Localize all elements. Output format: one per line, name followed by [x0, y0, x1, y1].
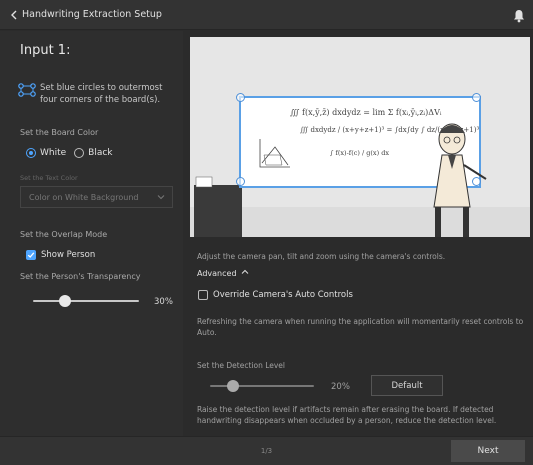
back-chevron-icon[interactable] [8, 8, 20, 22]
slider-thumb[interactable] [59, 295, 71, 307]
camera-preview: ∭ f(x,ȳ,z̄) dxdydz = lim Σ f(xᵢ,ȳᵢ,zᵢ)ΔV… [190, 37, 530, 237]
page-title: Handwriting Extraction Setup [22, 9, 162, 20]
override-camera-label: Override Camera's Auto Controls [213, 290, 353, 300]
checkbox-checked-icon [26, 250, 36, 260]
show-person-checkbox[interactable]: Show Person [26, 250, 95, 260]
overlap-mode-label: Set the Overlap Mode [20, 230, 108, 239]
radio-selected-indicator [26, 148, 36, 158]
text-color-select: Color on White Background [20, 186, 173, 208]
corner-handle-bottom-left[interactable] [236, 177, 245, 186]
corner-handle-top-left[interactable] [236, 93, 245, 102]
board-color-black-label: Black [88, 148, 113, 158]
svg-text:∭ f(x,ȳ,z̄) dxdydz = lim Σ f(x: ∭ f(x,ȳ,z̄) dxdydz = lim Σ f(xᵢ,ȳᵢ,zᵢ)ΔV… [290, 108, 442, 117]
next-button[interactable]: Next [451, 440, 525, 462]
corner-handle-bottom-right[interactable] [472, 177, 481, 186]
advanced-label: Advanced [197, 268, 237, 278]
transparency-value: 30% [154, 297, 173, 307]
transparency-slider[interactable] [33, 295, 139, 307]
detection-level-slider[interactable] [210, 380, 314, 392]
radio-unselected-indicator [74, 148, 85, 158]
advanced-toggle[interactable]: Advanced [197, 268, 249, 278]
chevron-down-icon [157, 193, 165, 201]
text-color-select-value: Color on White Background [29, 192, 139, 202]
footer-bar: 1/3 Next [0, 436, 533, 465]
bell-icon[interactable] [513, 8, 527, 23]
override-camera-checkbox[interactable]: Override Camera's Auto Controls [198, 290, 353, 300]
corner-handle-top-right[interactable] [472, 93, 481, 102]
text-color-label: Set the Text Color [20, 174, 78, 182]
settings-panel: Input 1: Set blue circles to outermost f… [0, 31, 183, 436]
detection-level-value: 20% [331, 382, 350, 392]
transparency-label: Set the Person's Transparency [20, 272, 141, 281]
refresh-note: Refreshing the camera when running the a… [197, 317, 524, 337]
board-color-black-radio[interactable]: Black [74, 148, 113, 158]
slider-thumb[interactable] [227, 380, 239, 392]
preview-panel: ∭ f(x,ȳ,z̄) dxdydz = lim Σ f(xᵢ,ȳᵢ,zᵢ)ΔV… [183, 31, 533, 436]
show-person-label: Show Person [41, 250, 96, 260]
svg-text:∫ f(x)-f(c) / g(x) dx: ∫ f(x)-f(c) / g(x) dx [330, 149, 389, 157]
slider-track [33, 300, 139, 302]
slider-track [210, 385, 314, 387]
camera-instruction: Adjust the camera pan, tilt and zoom usi… [197, 252, 446, 261]
detection-note: Raise the detection level if artifacts r… [197, 405, 497, 425]
default-button[interactable]: Default [371, 375, 443, 396]
board-color-label: Set the Board Color [20, 128, 99, 137]
corner-instruction: Set blue circles to outermost four corne… [40, 83, 163, 105]
board-color-radio-group: White Black [26, 148, 113, 158]
checkbox-empty-icon [198, 290, 208, 300]
corner-handles-icon [18, 82, 36, 97]
input-title: Input 1: [20, 43, 71, 58]
chevron-up-icon [241, 268, 249, 278]
board-color-white-label: White [40, 148, 67, 158]
top-bar: Handwriting Extraction Setup [0, 0, 533, 30]
board-color-white-radio[interactable]: White [26, 148, 66, 158]
detection-level-label: Set the Detection Level [197, 361, 286, 370]
